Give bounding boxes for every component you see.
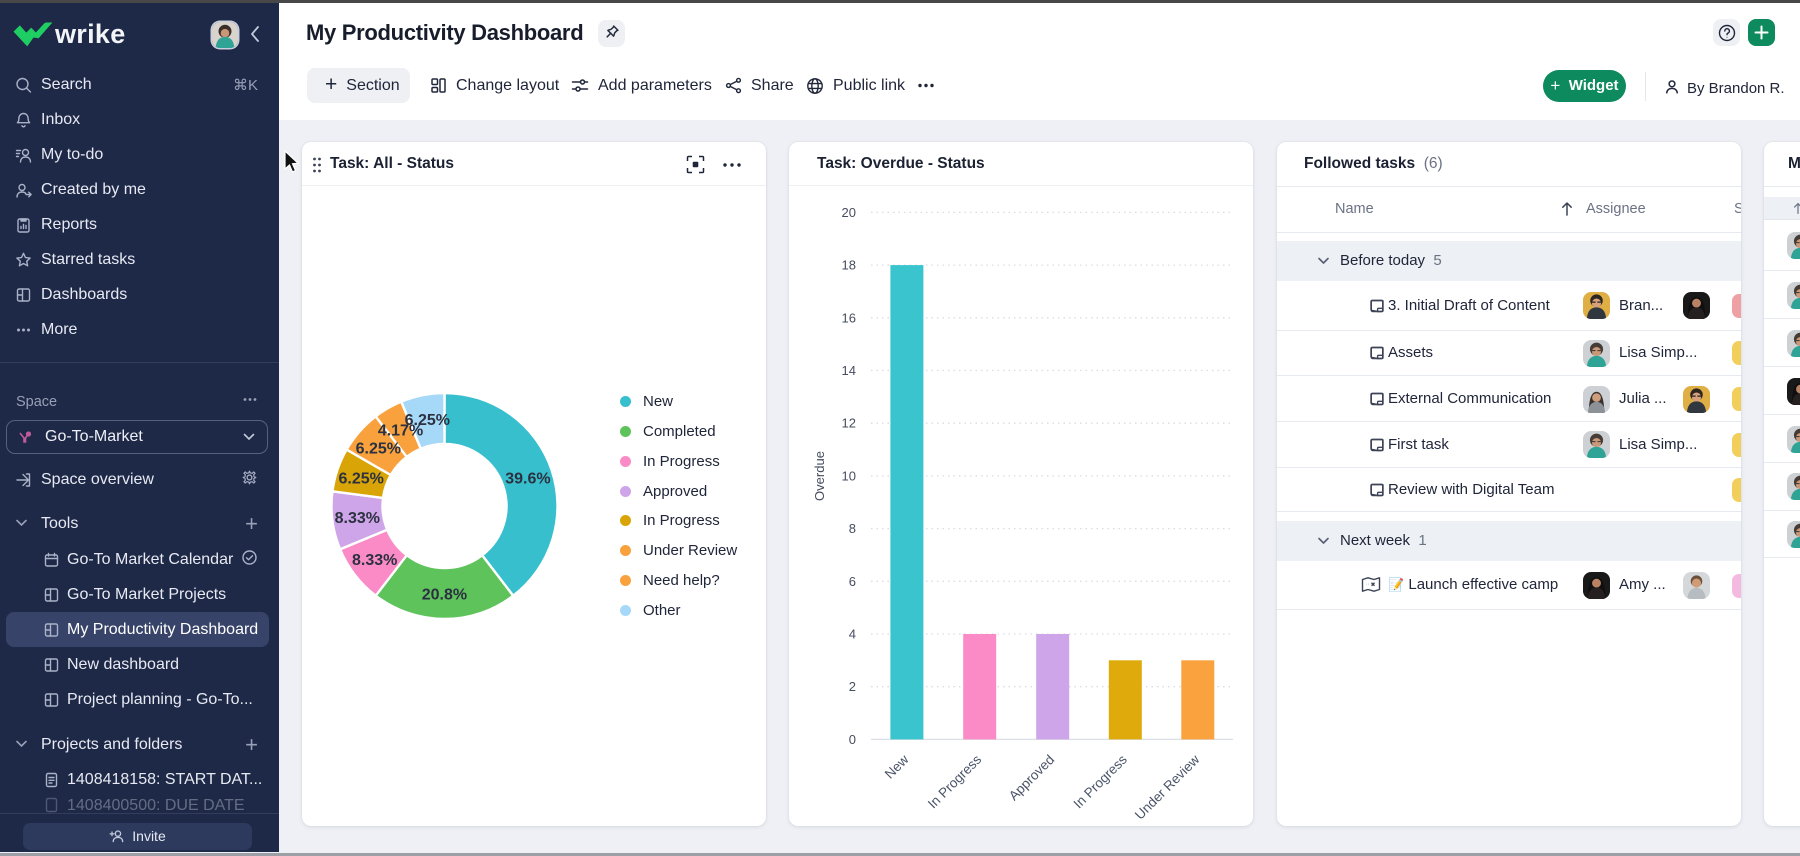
svg-text:Under Review: Under Review [1132,752,1203,823]
svg-text:6.25%: 6.25% [356,441,401,458]
svg-text:0: 0 [849,732,856,747]
svg-text:6.25%: 6.25% [339,470,384,487]
svg-text:14: 14 [842,363,856,378]
svg-text:6.25%: 6.25% [405,412,450,429]
svg-text:4: 4 [849,627,856,642]
svg-text:20: 20 [842,205,856,220]
svg-text:8.33%: 8.33% [352,552,397,569]
svg-text:8.33%: 8.33% [335,510,380,527]
svg-text:18: 18 [842,258,856,273]
svg-text:12: 12 [842,416,856,431]
svg-text:In Progress: In Progress [1071,752,1131,812]
svg-text:New: New [882,752,912,782]
svg-text:2: 2 [849,679,856,694]
svg-text:In Progress: In Progress [925,752,985,812]
svg-text:Overdue: Overdue [812,451,827,501]
svg-text:wrike: wrike [54,19,126,49]
svg-text:Approved: Approved [1006,752,1057,803]
svg-text:20.8%: 20.8% [422,587,467,604]
svg-text:10: 10 [842,468,856,483]
svg-text:16: 16 [842,310,856,325]
svg-text:6: 6 [849,574,856,589]
svg-text:8: 8 [849,521,856,536]
svg-text:39.6%: 39.6% [505,470,550,487]
